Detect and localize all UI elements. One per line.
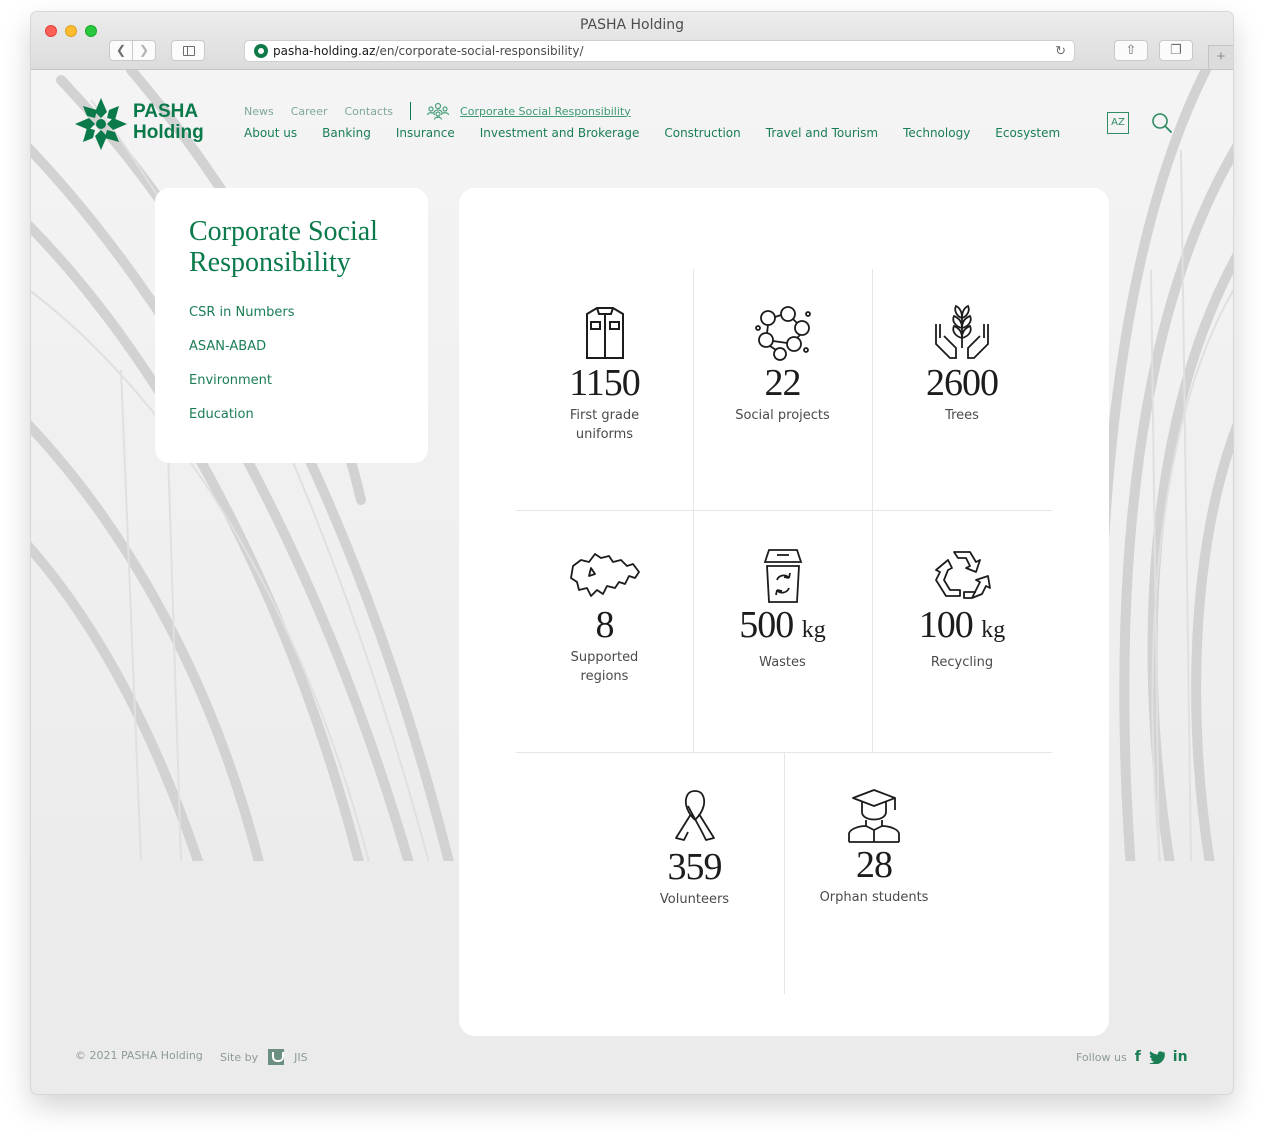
sidebar-toggle-button[interactable] [171,40,205,61]
csr-stats-card: 1150 First grade uniforms 22 Social proj… [459,188,1109,1036]
page-footer: © 2021 PASHA Holding Site by JIS Follow … [31,1043,1233,1073]
secondary-nav: News Career Contacts Corporate Social Re… [244,102,631,120]
follow-us: Follow us f in [1076,1049,1188,1065]
nav-insurance[interactable]: Insurance [396,126,455,140]
nav-csr[interactable]: Corporate Social Responsibility [426,102,631,120]
stat-label: Trees [945,408,979,423]
site-favicon-icon [254,44,268,58]
window-title: PASHA Holding [579,17,685,33]
stat-value: 2600 [926,362,999,404]
logo-line-2: Holding [133,122,204,143]
stat-value: 22 [764,362,802,404]
stat-value: 500 kg [739,604,826,646]
sidebar-card: Corporate Social Responsibility CSR in N… [155,188,428,463]
follow-us-label: Follow us [1076,1050,1127,1064]
nav-ecosystem[interactable]: Ecosystem [995,126,1060,140]
nav-construction[interactable]: Construction [664,126,740,140]
recycle-icon [935,551,991,599]
share-icon: ⇧ [1125,42,1137,57]
stat-item: 500 kg Wastes [693,546,872,672]
new-tab-button[interactable]: + [1208,45,1233,69]
url-path: /en/corporate-social-responsibility/ [375,44,584,58]
back-button[interactable]: ❮ [109,40,133,61]
nav-about-us[interactable]: About us [244,126,297,140]
ribbon-icon [674,790,715,841]
hands-plant-icon [935,304,989,359]
network-people-icon [754,306,811,361]
stat-label: Wastes [759,655,806,670]
stat-value: 28 [856,844,893,886]
stat-value: 8 [595,604,615,646]
stat-value: 100 kg [918,604,1006,646]
share-button[interactable]: ⇧ [1114,40,1148,61]
reload-icon[interactable]: ↻ [1055,43,1066,59]
shirt-icon [585,307,624,359]
sidebar-item-asan-abad[interactable]: ASAN-ABAD [189,339,294,373]
address-bar[interactable]: pasha-holding.az/en/corporate-social-res… [244,40,1075,62]
nav-divider [410,102,412,120]
nav-career[interactable]: Career [291,105,328,118]
show-tabs-button[interactable]: ❐ [1159,40,1193,61]
web-page: PASHA Holding News Career Contacts Corpo… [31,70,1233,1094]
linkedin-icon[interactable]: in [1173,1049,1188,1065]
chevron-right-icon: ❯ [138,43,150,57]
logo-line-1: PASHA [133,101,199,122]
nav-investment-brokerage[interactable]: Investment and Brokerage [480,126,640,140]
nav-csr-label: Corporate Social Responsibility [460,104,631,118]
people-group-icon [426,102,450,120]
stat-item: 2600 Trees [872,304,1052,425]
stat-item: 100 kg Recycling [872,546,1052,672]
chevron-left-icon: ❮ [115,43,127,57]
stat-label: First grade uniforms [569,408,640,442]
plus-icon: + [1216,48,1226,65]
site-by: Site by JIS [220,1049,308,1065]
search-icon[interactable] [1151,112,1173,134]
browser-toolbar: PASHA Holding ❮ ❯ pasha-holding.az/en/co… [31,12,1233,70]
nav-banking[interactable]: Banking [322,126,371,140]
agency-name[interactable]: JIS [294,1051,307,1064]
url-host: pasha-holding.az [273,44,376,58]
stat-label: Recycling [930,655,994,670]
stat-label: Volunteers [659,892,730,907]
map-azerbaijan-icon [569,553,640,597]
main-nav: About us Banking Insurance Investment an… [244,126,1085,140]
nav-technology[interactable]: Technology [903,126,970,140]
logo-text: PASHA Holding [133,101,204,143]
sidebar-icon [183,46,195,56]
nav-contacts[interactable]: Contacts [345,105,394,118]
nav-news[interactable]: News [244,105,274,118]
browser-window: PASHA Holding ❮ ❯ pasha-holding.az/en/co… [31,12,1233,1094]
logo-star-icon [75,98,127,150]
stat-label: Orphan students [819,890,929,905]
twitter-icon[interactable] [1148,1050,1165,1064]
nav-travel-tourism[interactable]: Travel and Tourism [766,126,878,140]
facebook-icon[interactable]: f [1135,1049,1141,1065]
forward-button[interactable]: ❯ [132,40,156,61]
stat-item: 28 Orphan students [784,788,964,907]
copyright-text: © 2021 PASHA Holding [75,1049,203,1062]
stat-label: Social projects [735,408,830,423]
sidebar-item-education[interactable]: Education [189,407,294,441]
stat-item: 22 Social projects [693,304,872,425]
url-text: pasha-holding.az/en/corporate-social-res… [273,44,584,58]
site-by-label: Site by [220,1050,259,1064]
stat-label: Supported regions [570,650,639,684]
stat-value: 359 [667,846,723,888]
stat-item: 359 Volunteers [605,788,784,909]
pasha-holding-logo[interactable]: PASHA Holding [75,98,215,150]
grid-divider [516,510,1052,511]
stat-item: 8 Supported regions [516,546,693,686]
sidebar-item-environment[interactable]: Environment [189,373,294,407]
stat-value: 1150 [569,362,641,404]
sidebar-item-csr-in-numbers[interactable]: CSR in Numbers [189,305,294,339]
language-switch-button[interactable]: AZ [1107,112,1129,134]
sidebar-title: Corporate Social Responsibility [189,216,378,278]
recycle-bin-icon [763,549,802,603]
sidebar-menu: CSR in Numbers ASAN-ABAD Environment Edu… [189,305,294,441]
agency-logo-icon[interactable] [268,1049,285,1065]
tabs-icon: ❐ [1170,42,1182,57]
graduate-icon [848,789,900,843]
grid-divider [516,752,1052,753]
stat-item: 1150 First grade uniforms [516,304,693,444]
